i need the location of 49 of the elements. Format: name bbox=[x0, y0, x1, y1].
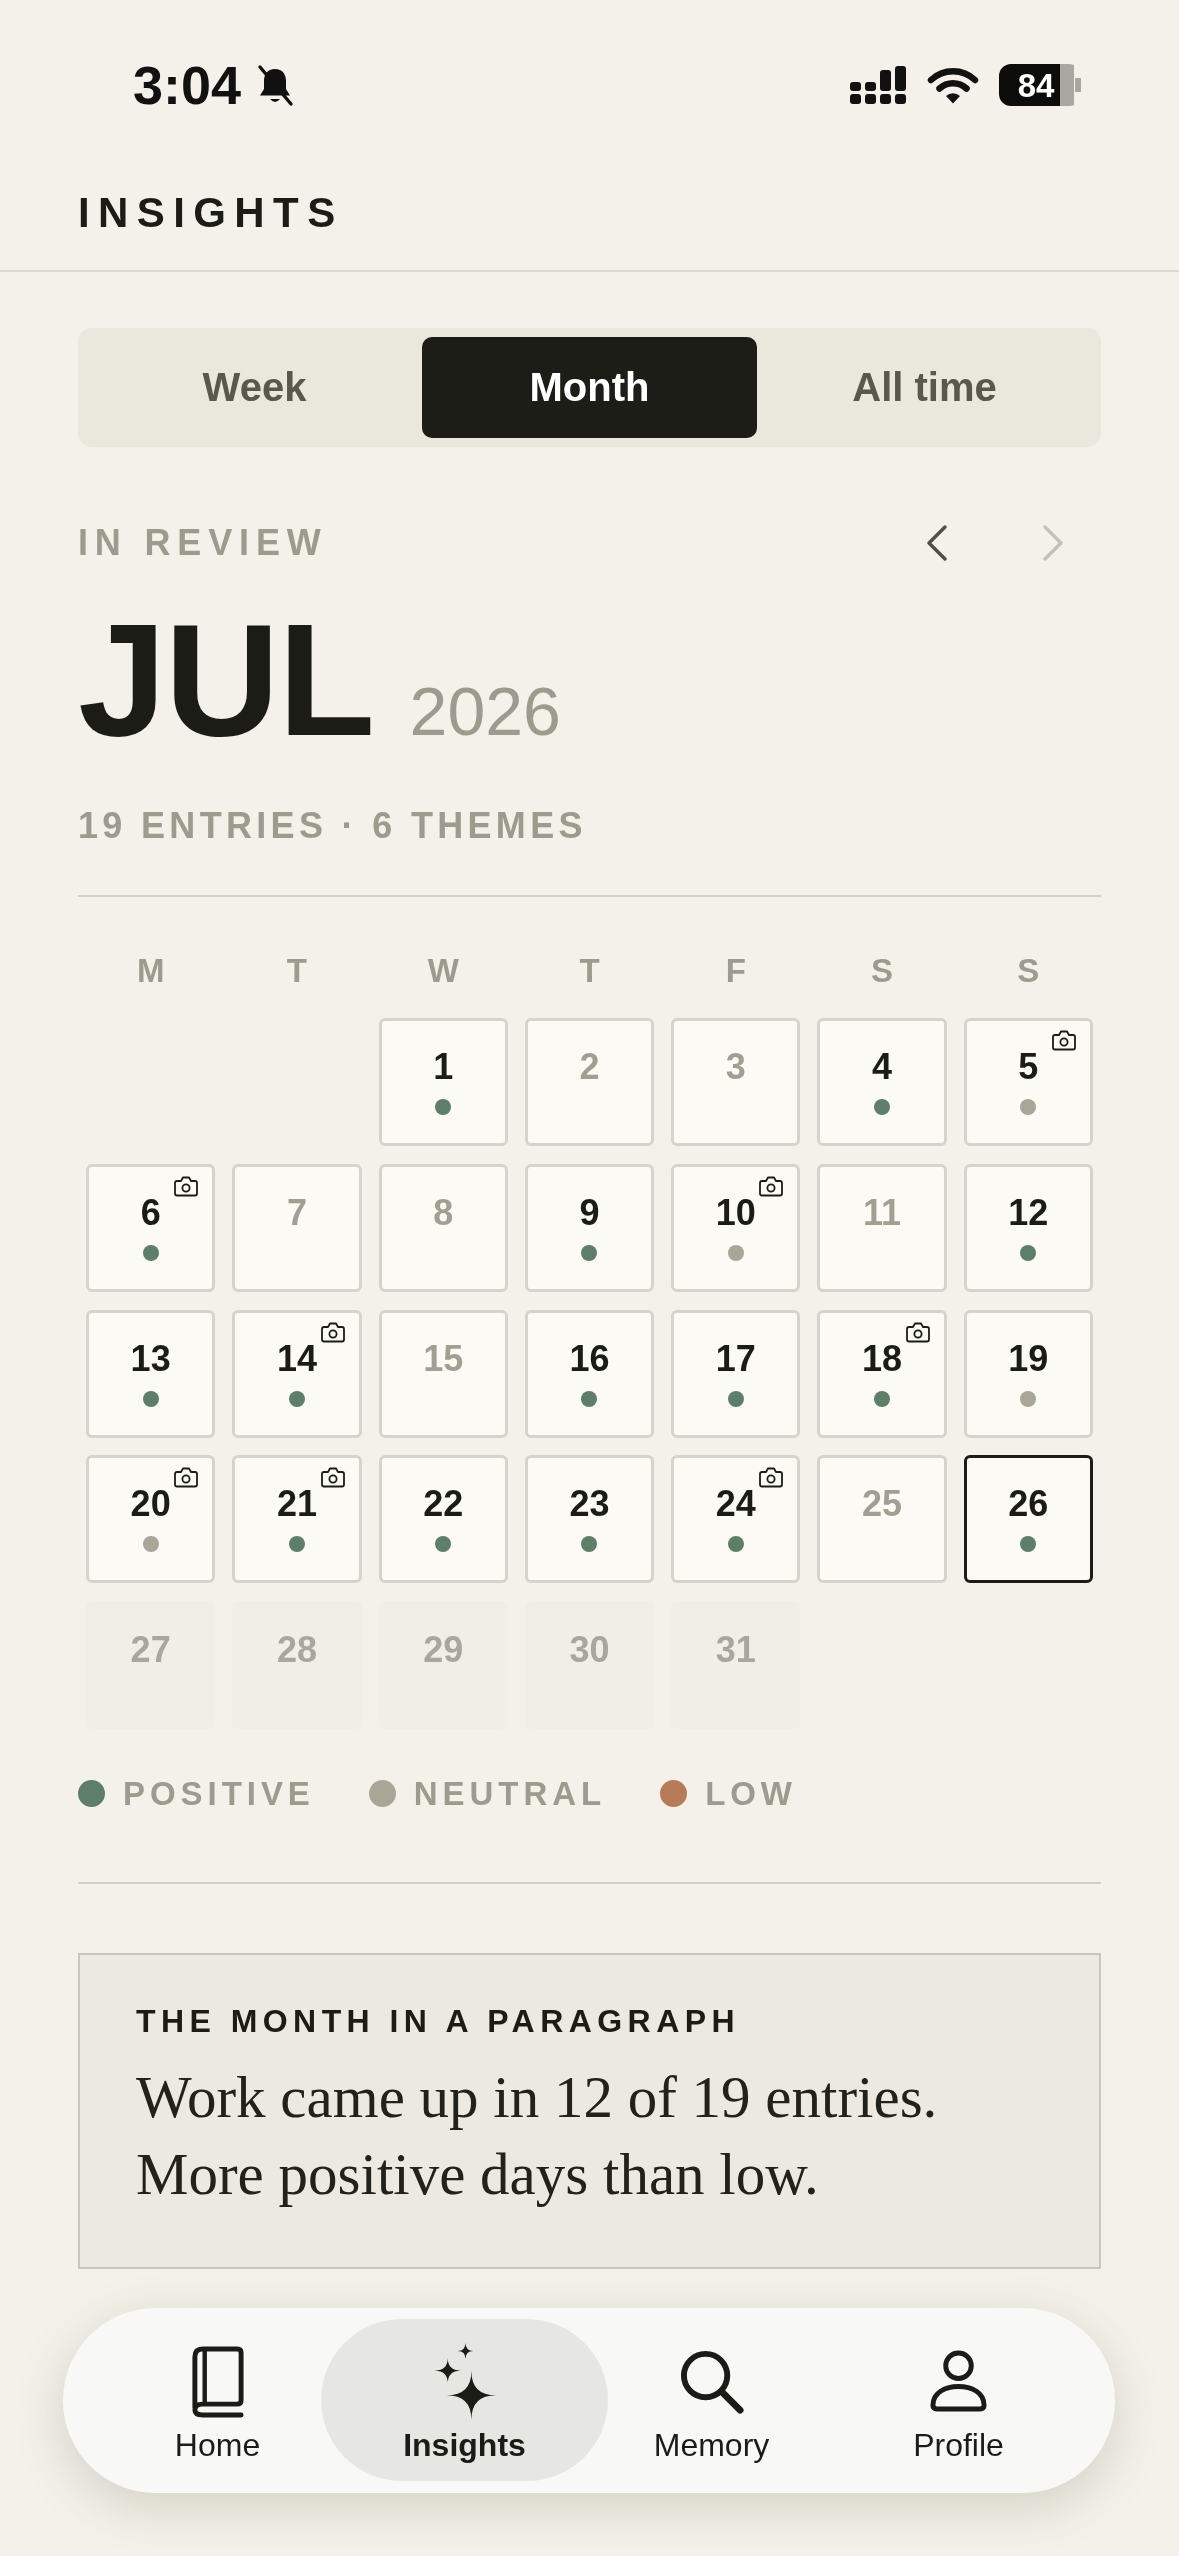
weekday-label: M bbox=[136, 954, 165, 987]
day-cell[interactable]: 18 bbox=[817, 1309, 947, 1438]
weekday-label: W bbox=[427, 954, 459, 987]
day-cell[interactable]: 20 bbox=[86, 1455, 216, 1584]
tab[interactable]: Week bbox=[87, 337, 422, 438]
day-cell[interactable]: 13 bbox=[86, 1309, 216, 1438]
tab[interactable]: Month bbox=[422, 337, 757, 438]
battery-level: 84 bbox=[999, 64, 1081, 106]
day-cell[interactable]: 4 bbox=[817, 1018, 947, 1146]
month-title: JUL bbox=[78, 601, 374, 760]
legend-label: LOW bbox=[705, 1777, 797, 1810]
tab-bar-item[interactable]: Home bbox=[118, 2319, 317, 2481]
tab-bar-item[interactable]: Memory bbox=[612, 2319, 811, 2481]
weekday-label: S bbox=[1017, 954, 1040, 987]
tab-bar-item[interactable]: Insights bbox=[321, 2319, 608, 2481]
year-label: 2026 bbox=[409, 677, 561, 745]
day-cell[interactable]: 17 bbox=[671, 1309, 801, 1438]
tab[interactable]: All time bbox=[757, 337, 1092, 438]
day-cell[interactable]: 10 bbox=[671, 1163, 801, 1292]
legend-label: POSITIVE bbox=[123, 1777, 315, 1810]
tab-bar-item[interactable]: Profile bbox=[859, 2319, 1058, 2481]
weekday-label: S bbox=[871, 954, 894, 987]
weekday-label: F bbox=[725, 954, 746, 987]
day-cell[interactable]: 22 bbox=[378, 1455, 508, 1584]
day-cell[interactable]: 21 bbox=[232, 1455, 362, 1584]
day-cell[interactable]: 12 bbox=[963, 1163, 1093, 1292]
day-cell[interactable]: 9 bbox=[524, 1163, 655, 1292]
person-icon bbox=[929, 2349, 988, 2413]
day-cell[interactable]: 6 bbox=[86, 1163, 216, 1292]
day-cell[interactable]: 19 bbox=[963, 1309, 1093, 1438]
stats-summary: 19 ENTRIES · 6 THEMES bbox=[78, 808, 588, 844]
card-title: THE MONTH IN A PARAGRAPH bbox=[136, 2005, 742, 2037]
day-cell[interactable]: 23 bbox=[524, 1455, 655, 1584]
day-cell[interactable]: 26 bbox=[963, 1455, 1093, 1584]
summary-paragraph: Work came up in 12 of 19 entries. More positive days than low. bbox=[136, 2063, 939, 2209]
day-cell[interactable]: 24 bbox=[671, 1455, 801, 1584]
day-cell[interactable]: 16 bbox=[524, 1309, 655, 1438]
day-cell[interactable]: 5 bbox=[963, 1018, 1093, 1146]
legend-label: NEUTRAL bbox=[413, 1777, 607, 1810]
wifi-icon bbox=[927, 66, 979, 104]
page-title: INSIGHTS bbox=[78, 192, 344, 234]
section-label: IN REVIEW bbox=[78, 525, 328, 561]
day-cell[interactable]: 14 bbox=[232, 1309, 362, 1438]
signal-icon bbox=[850, 66, 907, 104]
chevron-left-icon[interactable] bbox=[926, 525, 948, 561]
day-cell[interactable]: 1 bbox=[378, 1018, 508, 1146]
weekday-label: T bbox=[579, 954, 600, 987]
weekday-label: T bbox=[286, 954, 307, 987]
status-time: 3:04 bbox=[133, 58, 242, 112]
